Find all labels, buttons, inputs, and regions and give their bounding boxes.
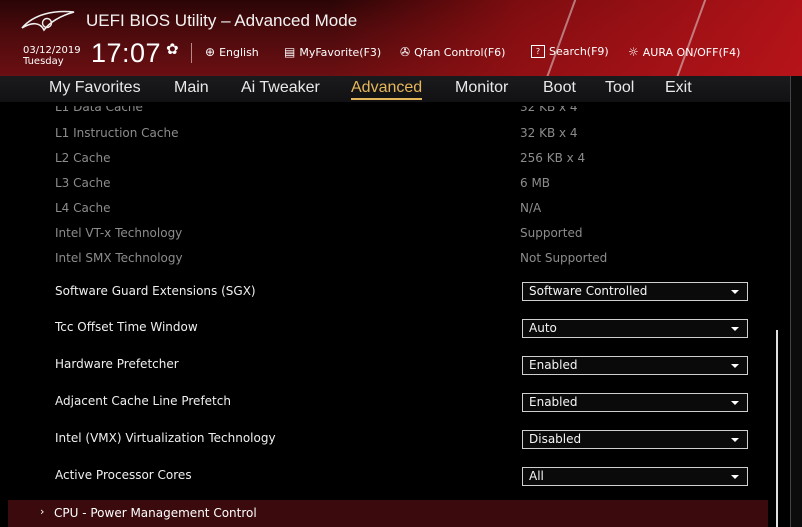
hw-prefetcher-dropdown-value: Enabled [529,358,578,372]
active-cores-dropdown[interactable]: All [522,467,748,486]
tab-advanced[interactable]: Advanced [351,79,423,100]
sgx-dropdown[interactable]: Software Controlled [522,282,748,301]
language-button[interactable]: ⊕ English [205,45,259,59]
submenu-label: CPU - Power Management Control [54,506,257,520]
day-text: Tuesday [23,56,64,67]
tab-monitor[interactable]: Monitor [455,79,508,97]
favorite-icon: ▤ [284,45,296,59]
info-label-l3-cache: L3 Cache [55,176,111,190]
aura-icon: ☼ [628,45,639,59]
app-title: UEFI BIOS Utility – Advanced Mode [86,11,358,30]
main-nav: My Favorites Main Ai Tweaker Advanced Mo… [0,76,802,102]
setting-label-adjacent-cache: Adjacent Cache Line Prefetch [55,394,231,408]
chevron-down-icon [731,290,739,294]
tab-boot[interactable]: Boot [543,79,576,97]
myfavorite-button[interactable]: ▤ MyFavorite(F3) [284,45,381,59]
setting-label-active-cores: Active Processor Cores [55,468,192,482]
settings-panel [8,102,768,527]
active-cores-dropdown-value: All [529,469,544,483]
header-red-gradient [332,0,802,76]
header-bar: UEFI BIOS Utility – Advanced Mode 03/12/… [0,0,802,76]
rog-logo-icon [21,10,75,32]
chevron-down-icon [731,438,739,442]
qfan-control-button[interactable]: ✇ Qfan Control(F6) [400,45,505,59]
chevron-down-icon [731,364,739,368]
scrollbar[interactable] [776,330,778,527]
aura-toggle-button[interactable]: ☼ AURA ON/OFF(F4) [628,45,740,59]
setting-label-hw-prefetcher: Hardware Prefetcher [55,357,179,371]
aura-label: AURA ON/OFF(F4) [642,45,741,59]
tab-tool[interactable]: Tool [605,79,634,97]
adjacent-cache-dropdown-value: Enabled [529,395,578,409]
search-label: Search(F9) [549,45,609,58]
chevron-right-icon: › [40,505,45,518]
submenu-cpu-power-management[interactable]: › CPU - Power Management Control [8,500,768,527]
info-label-l1-instruction-cache: L1 Instruction Cache [55,126,179,140]
qfan-label: Qfan Control(F6) [414,45,506,59]
search-button[interactable]: ? Search(F9) [531,45,609,58]
info-label-smx: Intel SMX Technology [55,251,183,265]
hw-prefetcher-dropdown[interactable]: Enabled [522,356,748,375]
chevron-down-icon [731,327,739,331]
tab-main[interactable]: Main [174,79,209,97]
setting-label-tcc-offset: Tcc Offset Time Window [55,320,198,334]
help-panel [790,76,802,527]
vmx-dropdown-value: Disabled [529,432,582,446]
tab-exit[interactable]: Exit [665,79,692,97]
setting-label-sgx: Software Guard Extensions (SGX) [55,284,256,298]
info-value-vtx: Supported [520,226,583,240]
globe-icon: ⊕ [205,45,216,59]
info-label-vtx: Intel VT-x Technology [55,226,183,240]
info-label-l2-cache: L2 Cache [55,151,111,165]
chevron-down-icon [731,401,739,405]
adjacent-cache-dropdown[interactable]: Enabled [522,393,748,412]
language-label: English [219,45,259,59]
info-value-smx: Not Supported [520,251,608,265]
info-value-l2-cache: 256 KB x 4 [520,151,586,165]
info-label-l4-cache: L4 Cache [55,201,111,215]
date-display: 03/12/2019 Tuesday [23,45,81,67]
info-value-l1-instruction-cache: 32 KB x 4 [520,126,578,140]
chevron-down-icon [731,475,739,479]
info-value-l3-cache: 6 MB [520,176,551,190]
tcc-offset-dropdown[interactable]: Auto [522,319,748,338]
header-divider [191,43,192,63]
sgx-dropdown-value: Software Controlled [529,284,648,298]
vmx-dropdown[interactable]: Disabled [522,430,748,449]
gear-icon[interactable]: ✿ [166,40,179,58]
date-text: 03/12/2019 [23,45,81,56]
setting-label-vmx: Intel (VMX) Virtualization Technology [55,431,276,445]
time-display: 17:07 [91,38,162,68]
fan-icon: ✇ [400,45,411,59]
info-value-l4-cache: N/A [520,201,542,215]
tcc-offset-dropdown-value: Auto [529,321,557,335]
search-icon: ? [531,45,545,58]
tab-my-favorites[interactable]: My Favorites [49,79,141,97]
myfavorite-label: MyFavorite(F3) [299,45,382,59]
tab-ai-tweaker[interactable]: Ai Tweaker [241,79,320,97]
